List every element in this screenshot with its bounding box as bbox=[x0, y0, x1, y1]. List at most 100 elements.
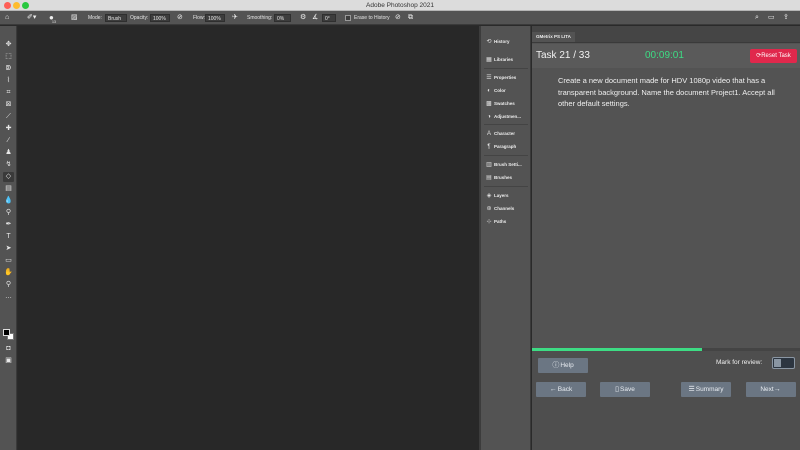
opacity-pressure-icon[interactable]: ⊘ bbox=[177, 11, 183, 25]
home-icon[interactable]: ⌂ bbox=[5, 11, 9, 25]
toggle-knob bbox=[774, 359, 781, 367]
mark-for-review-toggle[interactable] bbox=[772, 357, 795, 369]
type-tool-icon[interactable]: T bbox=[3, 232, 14, 242]
history-brush-tool-icon[interactable]: ↯ bbox=[3, 160, 14, 170]
title-bar: Adobe Photoshop 2021 bbox=[0, 0, 800, 11]
lasso-tool-icon[interactable]: ↁ bbox=[3, 64, 14, 74]
angle-icon: ∡ bbox=[312, 14, 319, 21]
task-counter: Task 21 / 33 bbox=[536, 50, 590, 61]
window-title: Adobe Photoshop 2021 bbox=[366, 2, 434, 9]
task-header: Task 21 / 33 00:09:01 ⟳Reset Task bbox=[532, 44, 800, 68]
edit-toolbar-icon[interactable]: … bbox=[3, 292, 14, 302]
channels-icon: ⊛ bbox=[486, 206, 492, 212]
brushes-icon: ▤ bbox=[486, 175, 492, 181]
dock-item-paths[interactable]: ⊹ Paths bbox=[484, 216, 530, 227]
blur-tool-icon[interactable]: 💧 bbox=[3, 196, 14, 206]
mode-select[interactable]: Brush bbox=[105, 14, 127, 22]
dock-separator bbox=[484, 124, 528, 125]
dock-separator bbox=[484, 155, 528, 156]
pen-tool-icon[interactable]: ✒ bbox=[3, 220, 14, 230]
arrow-right-icon: → bbox=[773, 386, 781, 393]
plugin-controls: ⓘHelp Mark for review: ←Back ▯Save ☰Summ… bbox=[532, 351, 800, 450]
zoom-tool-icon[interactable]: ⚲ bbox=[3, 280, 14, 290]
search-icon[interactable]: ⌕ bbox=[755, 11, 759, 25]
next-button[interactable]: Next→ bbox=[746, 382, 796, 397]
eyedropper-tool-icon[interactable]: ⟋ bbox=[3, 112, 14, 122]
dock-item-brushes[interactable]: ▤ Brushes bbox=[484, 172, 530, 183]
color-icon: ◐ bbox=[487, 88, 491, 94]
summary-button[interactable]: ☰Summary bbox=[681, 382, 731, 397]
dock-item-character[interactable]: A Character bbox=[484, 128, 530, 139]
swatches-icon: ▩ bbox=[486, 101, 492, 107]
hand-tool-icon[interactable]: ✋ bbox=[3, 268, 14, 278]
mode-label: Mode: bbox=[88, 15, 102, 21]
adjustments-icon: ◑ bbox=[487, 114, 491, 120]
opacity-label: Opacity: bbox=[130, 15, 149, 21]
dock-item-libraries[interactable]: ▦ Libraries bbox=[484, 54, 530, 65]
foreground-color-swatch[interactable] bbox=[3, 329, 10, 336]
character-icon: A bbox=[486, 131, 491, 137]
help-button[interactable]: ⓘHelp bbox=[538, 358, 588, 373]
dock-item-swatches[interactable]: ▩ Swatches bbox=[484, 98, 530, 109]
dock-item-adjustments[interactable]: ◑ Adjustmen... bbox=[484, 111, 530, 122]
quick-selection-tool-icon[interactable]: ⌇ bbox=[3, 76, 14, 86]
paragraph-icon: ¶ bbox=[487, 144, 491, 150]
libraries-icon: ▦ bbox=[486, 57, 492, 63]
opacity-field[interactable]: 100% bbox=[150, 14, 170, 22]
gear-icon[interactable]: ⚙ bbox=[300, 11, 306, 25]
dodge-tool-icon[interactable]: ⚲ bbox=[3, 208, 14, 218]
move-tool-icon[interactable]: ✥ bbox=[3, 40, 14, 50]
smoothing-field[interactable]: 0% bbox=[274, 14, 291, 22]
clone-stamp-tool-icon[interactable]: ♟ bbox=[3, 148, 14, 158]
smoothing-label: Smoothing: bbox=[247, 15, 273, 21]
brush-tool-icon[interactable]: ∕ bbox=[3, 136, 14, 146]
eraser-tool-preset-icon[interactable]: ✐▾ bbox=[27, 11, 36, 25]
dock-item-brush-settings[interactable]: ▥ Brush Setti... bbox=[484, 159, 530, 170]
angle-field[interactable]: 0° bbox=[322, 14, 336, 22]
tools-panel: ✥ ⬚ ↁ ⌇ ⌗ ⊠ ⟋ ✚ ∕ ♟ ↯ ◇ ▤ 💧 ⚲ ✒ T ➤ ▭ ✋ … bbox=[0, 26, 17, 450]
symmetry-icon[interactable]: ⧉ bbox=[408, 11, 413, 25]
properties-icon: ☰ bbox=[486, 75, 492, 81]
document-canvas-area[interactable] bbox=[18, 26, 479, 450]
screen-mode-icon[interactable]: ▣ bbox=[3, 356, 14, 366]
share-icon[interactable]: ⇪ bbox=[783, 11, 789, 25]
dock-item-paragraph[interactable]: ¶ Paragraph bbox=[484, 141, 530, 152]
healing-brush-tool-icon[interactable]: ✚ bbox=[3, 124, 14, 134]
flow-label: Flow: bbox=[193, 15, 205, 21]
erase-to-history-checkbox[interactable] bbox=[345, 15, 351, 21]
tab-gmetrix[interactable]: GMetrix PS LITA bbox=[532, 32, 575, 42]
paths-icon: ⊹ bbox=[486, 219, 492, 225]
task-instructions: Create a new document made for HDV 1080p… bbox=[558, 76, 775, 108]
path-selection-tool-icon[interactable]: ➤ bbox=[3, 244, 14, 254]
dock-item-color[interactable]: ◐ Color bbox=[484, 85, 530, 96]
history-icon: ⟲ bbox=[486, 39, 492, 45]
arrow-left-icon: ← bbox=[549, 386, 557, 393]
dock-item-layers[interactable]: ◈ Layers bbox=[484, 190, 530, 201]
dock-item-channels[interactable]: ⊛ Channels bbox=[484, 203, 530, 214]
dock-item-properties[interactable]: ☰ Properties bbox=[484, 72, 530, 83]
frame-tool-icon[interactable]: ⊠ bbox=[3, 100, 14, 110]
dock-item-history[interactable]: ⟲ History bbox=[484, 36, 530, 47]
back-button[interactable]: ←Back bbox=[536, 382, 586, 397]
eraser-tool-icon[interactable]: ◇ bbox=[3, 172, 14, 182]
brush-settings-toggle-icon[interactable]: ▨ bbox=[71, 11, 78, 25]
crop-tool-icon[interactable]: ⌗ bbox=[3, 88, 14, 98]
panel-dock: ⟲ History ▦ Libraries ☰ Properties ◐ Color ▩… bbox=[481, 26, 531, 450]
options-bar: ⌂ ✐▾ ● 13 ▨ Mode: Brush Opacity: 100% ⊘ … bbox=[0, 11, 800, 25]
flow-field[interactable]: 100% bbox=[205, 14, 225, 22]
bookmark-icon: ▯ bbox=[615, 386, 620, 393]
erase-to-history-label: Erase to History bbox=[354, 15, 390, 21]
mark-for-review-label: Mark for review: bbox=[716, 359, 763, 366]
workspace-icon[interactable]: ▭ bbox=[768, 11, 775, 25]
task-timer: 00:09:01 bbox=[645, 50, 684, 61]
reset-task-button[interactable]: ⟳Reset Task bbox=[750, 49, 797, 63]
gradient-tool-icon[interactable]: ▤ bbox=[3, 184, 14, 194]
quick-mask-icon[interactable]: ◘ bbox=[3, 344, 14, 354]
brush-settings-icon: ▥ bbox=[486, 162, 492, 168]
size-pressure-icon[interactable]: ⊘ bbox=[395, 11, 401, 25]
marquee-tool-icon[interactable]: ⬚ bbox=[3, 52, 14, 62]
save-button[interactable]: ▯Save bbox=[600, 382, 650, 397]
list-icon: ☰ bbox=[688, 386, 695, 393]
airbrush-icon[interactable]: ✈ bbox=[232, 11, 238, 25]
rectangle-tool-icon[interactable]: ▭ bbox=[3, 256, 14, 266]
